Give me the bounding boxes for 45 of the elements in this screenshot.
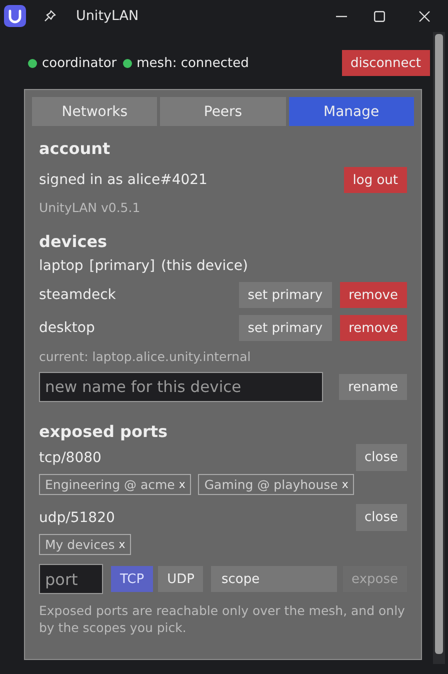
set-primary-button[interactable]: set primary xyxy=(238,282,332,308)
tab[interactable]: Peers xyxy=(160,97,286,126)
section-heading: exposed ports xyxy=(39,422,169,441)
current-hostname: current: laptop.alice.unity.internal xyxy=(39,349,252,364)
protocol-toggle[interactable]: TCP xyxy=(111,566,154,592)
scrollbar[interactable] xyxy=(433,32,445,664)
scope-select[interactable]: scope xyxy=(211,566,338,592)
port-name: tcp/8080 xyxy=(39,450,102,466)
logout-button[interactable]: log out xyxy=(344,167,407,193)
help-text: Exposed ports are reachable only over the mesh, and only by the scopes you pick. xyxy=(39,602,406,636)
port-name: udp/51820 xyxy=(39,510,115,526)
remove-scope-button[interactable]: x xyxy=(178,478,186,491)
close-button[interactable]: close xyxy=(356,444,407,471)
status-label: coordinator xyxy=(42,56,117,70)
device-name: laptop xyxy=(39,258,84,274)
device-name: steamdeck xyxy=(39,287,116,303)
set-primary-button[interactable]: set primary xyxy=(238,315,332,341)
window-title: UnityLAN xyxy=(76,8,139,24)
remove-scope-button[interactable]: x xyxy=(118,538,126,551)
tab[interactable]: Manage xyxy=(288,97,414,126)
rename-button[interactable]: rename xyxy=(339,374,407,400)
maximize-icon[interactable] xyxy=(374,10,385,22)
app-logo-icon xyxy=(4,5,26,27)
tab[interactable]: Networks xyxy=(32,97,158,126)
section-heading: account xyxy=(39,139,112,158)
scope-label: Gaming @ playhouse xyxy=(204,477,338,492)
pin-icon[interactable] xyxy=(44,10,56,22)
remove-scope-button[interactable]: x xyxy=(342,478,348,491)
status-label: mesh: connected xyxy=(136,56,249,70)
scope-label: Engineering @ acme xyxy=(45,477,175,492)
port-field[interactable]: port xyxy=(39,564,103,594)
disconnect-button[interactable]: disconnect xyxy=(342,50,430,76)
account-label: signed in as alice#4021 xyxy=(39,172,208,188)
device-name: desktop xyxy=(39,320,95,336)
protocol-toggle[interactable]: UDP xyxy=(158,566,204,592)
device-tag: (this device) xyxy=(161,258,248,274)
scope-label: My devices xyxy=(45,537,115,552)
device-tag: [primary] xyxy=(89,258,156,274)
section-heading: devices xyxy=(39,232,108,251)
close-icon[interactable] xyxy=(419,10,430,22)
device-name-field[interactable]: new name for this device xyxy=(39,372,324,402)
version-label: UnityLAN v0.5.1 xyxy=(39,200,142,215)
remove-button[interactable]: remove xyxy=(340,315,407,341)
remove-button[interactable]: remove xyxy=(340,282,407,308)
close-button[interactable]: close xyxy=(356,504,407,531)
